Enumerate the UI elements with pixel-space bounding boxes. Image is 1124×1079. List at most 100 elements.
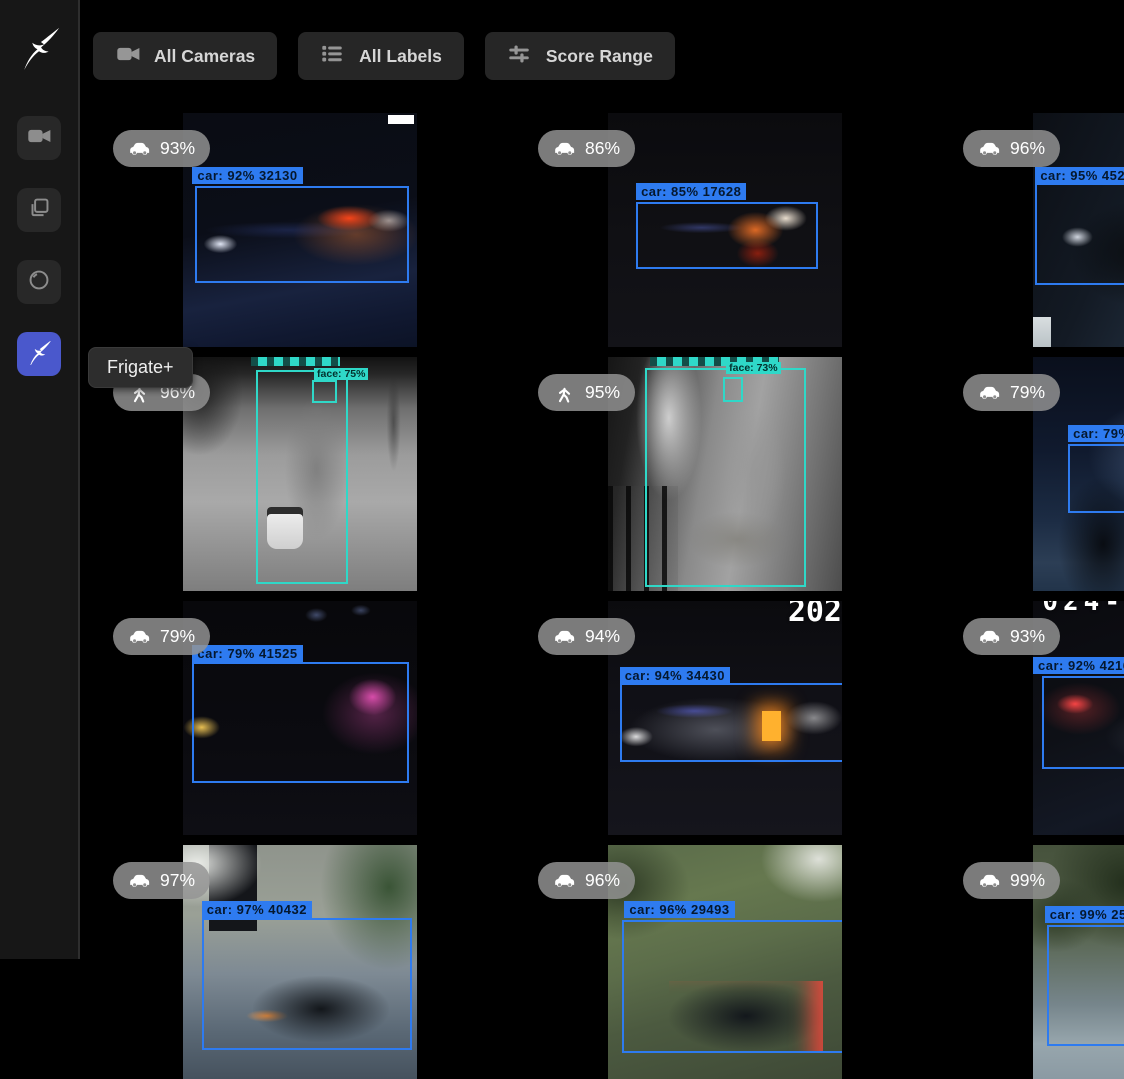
bounding-box-label: car: 97% 40432 <box>202 901 312 918</box>
bounding-box-label: car: 79% 41525 <box>192 645 302 662</box>
score-value: 94% <box>585 626 620 647</box>
bounding-box-label: car: 94% 34430 <box>620 667 730 684</box>
detection-card[interactable]: 96% face: 75% <box>100 357 517 591</box>
detection-snapshot[interactable]: car: 92% 32130 <box>183 113 417 347</box>
sidebar-item-export[interactable] <box>17 260 61 304</box>
detection-snapshot[interactable]: car: 96% 29493 <box>608 845 842 1079</box>
all-labels-label: All Labels <box>359 46 442 67</box>
bounding-box <box>1068 444 1124 514</box>
person-icon <box>553 381 576 404</box>
bounding-box-label: car: 92% 32130 <box>192 167 302 184</box>
review-icon <box>26 195 52 226</box>
camera-timestamp: 202 <box>788 601 842 629</box>
car-icon <box>128 137 151 160</box>
bounding-box-label: car: 95% 45260 <box>1035 167 1124 184</box>
detection-card[interactable]: 95% face: 73% <box>525 357 942 591</box>
score-badge: 93% <box>113 130 210 167</box>
detection-snapshot[interactable]: car: 85% 17628 <box>608 113 842 347</box>
score-range-button[interactable]: Score Range <box>485 32 675 80</box>
sidebar-item-review[interactable] <box>17 188 61 232</box>
score-value: 86% <box>585 138 620 159</box>
score-badge: 93% <box>963 618 1060 655</box>
detection-snapshot[interactable]: 202 car: 94% 34430 <box>608 601 842 835</box>
face-box-label: face: 75% <box>314 368 368 380</box>
sidebar-item-frigate-plus[interactable] <box>17 332 61 376</box>
car-icon <box>128 869 151 892</box>
sidebar-nav <box>17 116 61 376</box>
detection-snapshot[interactable]: face: 75% <box>183 357 417 591</box>
detection-card[interactable]: 94% 202 car: 94% 34430 <box>525 601 942 835</box>
detection-label-strip <box>251 357 340 366</box>
score-value: 97% <box>160 870 195 891</box>
detection-card[interactable]: 79% car: 79% 41525 <box>100 601 517 835</box>
bounding-box <box>645 368 806 587</box>
detection-card[interactable]: 99% car: 99% 25 <box>950 845 1124 1079</box>
all-labels-button[interactable]: All Labels <box>298 32 464 80</box>
score-badge: 96% <box>963 130 1060 167</box>
camera-timestamp: 024-00-0 <box>1042 601 1124 617</box>
bounding-box <box>622 920 842 1053</box>
detection-card[interactable]: 93% car: 92% 32130 <box>100 113 517 347</box>
bounding-box <box>620 683 842 762</box>
score-badge: 79% <box>113 618 210 655</box>
score-badge: 79% <box>963 374 1060 411</box>
score-badge: 96% <box>538 862 635 899</box>
car-icon <box>128 625 151 648</box>
detection-snapshot[interactable]: face: 73% <box>608 357 842 591</box>
score-badge: 95% <box>538 374 635 411</box>
bounding-box-label: car: 79% <box>1068 425 1124 442</box>
detection-card[interactable]: 79% car: 79% <box>950 357 1124 591</box>
bounding-box-label: car: 96% 29493 <box>624 901 734 918</box>
car-icon <box>978 869 1001 892</box>
bounding-box <box>195 186 410 284</box>
camera-icon <box>115 41 141 72</box>
all-cameras-button[interactable]: All Cameras <box>93 32 277 80</box>
car-icon <box>978 137 1001 160</box>
bounding-box <box>1035 183 1124 285</box>
score-value: 93% <box>1010 626 1045 647</box>
car-icon <box>553 625 576 648</box>
export-icon <box>26 267 52 298</box>
detection-card[interactable]: 96% car: 96% 29493 <box>525 845 942 1079</box>
all-cameras-label: All Cameras <box>154 46 255 67</box>
bounding-box <box>636 202 818 269</box>
face-box-label: face: 73% <box>726 362 780 374</box>
score-badge: 94% <box>538 618 635 655</box>
bounding-box-label: car: 99% 25 <box>1045 906 1124 923</box>
score-value: 79% <box>1010 382 1045 403</box>
car-icon <box>553 137 576 160</box>
bounding-box <box>192 662 409 783</box>
score-badge: 99% <box>963 862 1060 899</box>
labels-icon <box>320 41 346 72</box>
bounding-box-label: car: 85% 17628 <box>636 183 746 200</box>
bounding-box <box>1047 925 1124 1046</box>
detection-card[interactable]: 86% car: 85% 17628 <box>525 113 942 347</box>
score-value: 99% <box>1010 870 1045 891</box>
sliders-icon <box>507 41 533 72</box>
detection-snapshot[interactable]: car: 97% 40432 <box>183 845 417 1079</box>
car-icon <box>978 381 1001 404</box>
score-value: 79% <box>160 626 195 647</box>
score-value: 96% <box>585 870 620 891</box>
camera-icon <box>26 123 52 154</box>
detection-card[interactable]: 97% car: 97% 40432 <box>100 845 517 1079</box>
frigate-logo <box>16 24 62 70</box>
car-icon <box>978 625 1001 648</box>
score-range-label: Score Range <box>546 46 653 67</box>
sidebar <box>0 0 80 959</box>
score-badge: 97% <box>113 862 210 899</box>
filter-bar: All Cameras All Labels Score Range <box>93 32 675 80</box>
detection-snapshot[interactable]: car: 79% 41525 <box>183 601 417 835</box>
sidebar-item-live[interactable] <box>17 116 61 160</box>
detection-card[interactable]: 93% 024-00-0 car: 92% 4216 <box>950 601 1124 835</box>
car-icon <box>553 869 576 892</box>
bounding-box <box>202 918 412 1051</box>
bounding-box <box>1042 676 1124 769</box>
score-badge: 86% <box>538 130 635 167</box>
bounding-box-label: car: 92% 4216 <box>1033 657 1124 674</box>
bird-icon <box>26 339 52 370</box>
frigate-plus-tooltip: Frigate+ <box>88 347 193 388</box>
frigate-plus-page: { "app": { "tooltip": "Frigate+" }, "col… <box>0 0 1124 959</box>
score-value: 95% <box>585 382 620 403</box>
detection-card[interactable]: 96% car: 95% 45260 <box>950 113 1124 347</box>
